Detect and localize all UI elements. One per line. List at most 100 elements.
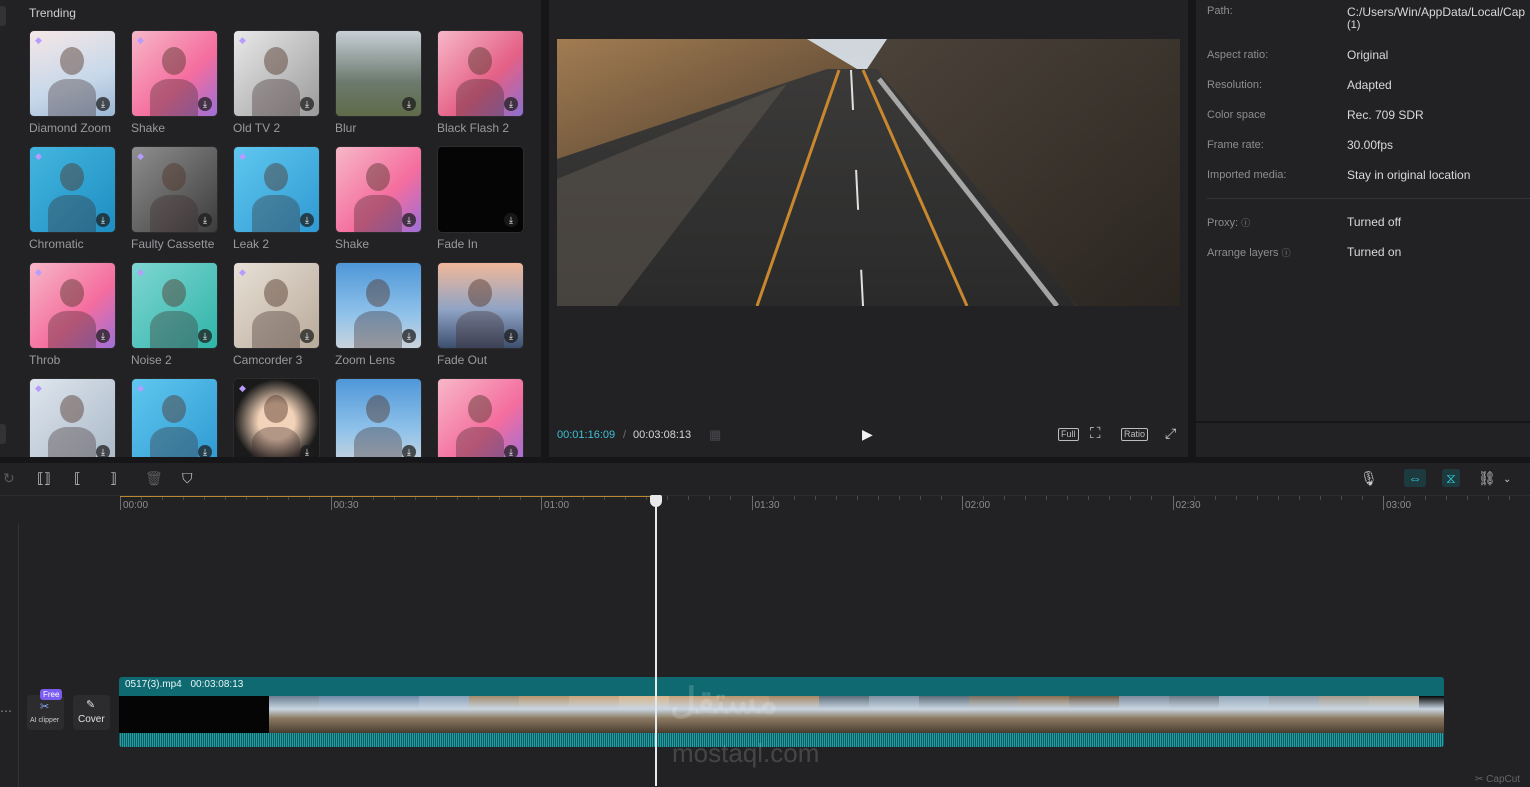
effect-card[interactable]: ⤓ Fade In bbox=[437, 146, 524, 251]
effect-thumbnail[interactable]: ⤓ bbox=[437, 146, 524, 233]
video-preview[interactable] bbox=[557, 39, 1180, 306]
total-time: 00:03:08:13 bbox=[633, 429, 692, 441]
download-icon[interactable]: ⤓ bbox=[96, 329, 110, 343]
effect-card[interactable]: ◆ ⤓ Chromatic bbox=[29, 146, 116, 251]
info-icon[interactable]: ⓘ bbox=[1241, 218, 1250, 228]
download-icon[interactable]: ⤓ bbox=[300, 97, 314, 111]
full-quality-button[interactable]: Full bbox=[1058, 428, 1079, 441]
effect-card[interactable]: ◆ ⤓ Leak 2 bbox=[233, 146, 320, 251]
download-icon[interactable]: ⤓ bbox=[402, 97, 416, 111]
effect-card[interactable]: ◆ ⤓ Noise 2 bbox=[131, 262, 218, 367]
download-icon[interactable]: ⤓ bbox=[300, 445, 314, 457]
ruler-label: 02:00 bbox=[965, 500, 991, 511]
download-icon[interactable]: ⤓ bbox=[402, 329, 416, 343]
effect-thumbnail[interactable]: ◆ ⤓ bbox=[233, 30, 320, 117]
effect-card[interactable]: ◆ ⤓ bbox=[131, 378, 218, 457]
zoom-fit-icon[interactable]: ⛶ bbox=[1090, 425, 1101, 442]
clip-frame-thumbnail bbox=[119, 696, 169, 733]
delete-icon[interactable]: 🗑 bbox=[145, 471, 163, 485]
microphone-icon[interactable]: 🎙 bbox=[1360, 471, 1378, 485]
effect-card[interactable]: ⤓ Shake bbox=[335, 146, 422, 251]
clip-frame-thumbnail bbox=[1419, 696, 1444, 733]
redo-icon[interactable]: ↻ bbox=[3, 471, 15, 485]
download-icon[interactable]: ⤓ bbox=[300, 213, 314, 227]
effect-thumbnail[interactable]: ⤓ bbox=[437, 30, 524, 117]
effect-card[interactable]: ⤓ Zoom Lens bbox=[335, 262, 422, 367]
auto-snap-icon[interactable]: ⧖ bbox=[1442, 469, 1460, 487]
effect-thumbnail[interactable]: ⤓ bbox=[437, 378, 524, 457]
effect-thumbnail[interactable]: ◆ ⤓ bbox=[29, 262, 116, 349]
more-icon[interactable]: ⋯ bbox=[0, 704, 12, 718]
time-separator: / bbox=[623, 429, 627, 441]
download-icon[interactable]: ⤓ bbox=[198, 445, 212, 457]
ruler-minor-tick bbox=[667, 496, 668, 500]
download-icon[interactable]: ⤓ bbox=[96, 97, 110, 111]
effect-thumbnail[interactable]: ◆ ⤓ bbox=[29, 378, 116, 457]
split-right-icon[interactable]: ⟧ bbox=[110, 471, 117, 485]
effect-card[interactable]: ◆ ⤓ Throb bbox=[29, 262, 116, 367]
effect-card[interactable]: ◆ ⤓ Diamond Zoom bbox=[29, 30, 116, 135]
effect-card[interactable]: ◆ ⤓ bbox=[233, 378, 320, 457]
effect-card[interactable]: ◆ ⤓ Shake bbox=[131, 30, 218, 135]
marker-icon[interactable]: ⛉ bbox=[182, 471, 193, 485]
chevron-down-icon[interactable]: ⌄ bbox=[1503, 473, 1511, 487]
download-icon[interactable]: ⤓ bbox=[198, 329, 212, 343]
effect-thumbnail[interactable]: ◆ ⤓ bbox=[29, 30, 116, 117]
effect-card[interactable]: ⤓ bbox=[335, 378, 422, 457]
link-icon[interactable]: ⛓ bbox=[1478, 471, 1496, 485]
effect-thumbnail[interactable]: ⤓ bbox=[335, 262, 422, 349]
proxy-value[interactable]: Turned off bbox=[1347, 215, 1401, 229]
effect-thumbnail[interactable]: ◆ ⤓ bbox=[233, 262, 320, 349]
main-track-magnet-icon[interactable]: ⇔ bbox=[1404, 469, 1426, 487]
effect-card[interactable]: ⤓ Fade Out bbox=[437, 262, 524, 367]
effect-thumbnail[interactable]: ⤓ bbox=[335, 146, 422, 233]
download-icon[interactable]: ⤓ bbox=[402, 445, 416, 457]
download-icon[interactable]: ⤓ bbox=[96, 213, 110, 227]
fullscreen-icon[interactable]: ⤢ bbox=[1165, 425, 1176, 442]
collapse-handle[interactable] bbox=[0, 6, 6, 26]
ruler-minor-tick bbox=[1193, 496, 1195, 500]
download-icon[interactable]: ⤓ bbox=[504, 329, 518, 343]
download-icon[interactable]: ⤓ bbox=[96, 445, 110, 457]
effect-thumbnail[interactable]: ◆ ⤓ bbox=[29, 146, 116, 233]
download-icon[interactable]: ⤓ bbox=[402, 213, 416, 227]
effect-thumbnail[interactable]: ⤓ bbox=[335, 30, 422, 117]
download-icon[interactable]: ⤓ bbox=[198, 213, 212, 227]
effect-thumbnail[interactable]: ◆ ⤓ bbox=[131, 378, 218, 457]
effect-thumbnail[interactable]: ◆ ⤓ bbox=[233, 378, 320, 457]
effect-card[interactable]: ◆ ⤓ Faulty Cassette bbox=[131, 146, 218, 251]
effect-thumbnail[interactable]: ⤓ bbox=[437, 262, 524, 349]
ruler-minor-tick bbox=[688, 496, 689, 500]
effect-card[interactable]: ⤓ Black Flash 2 bbox=[437, 30, 524, 135]
time-ruler[interactable]: 00:00 00:30 01:00 01:30 02:00 02:30 03:00 bbox=[0, 496, 1530, 514]
effect-thumbnail[interactable]: ◆ ⤓ bbox=[233, 146, 320, 233]
ratio-button[interactable]: Ratio bbox=[1121, 428, 1149, 441]
info-icon[interactable]: ⓘ bbox=[1282, 248, 1291, 258]
effect-card[interactable]: ⤓ Blur bbox=[335, 30, 422, 135]
video-clip[interactable]: 0517(3).mp4 00:03:08:13 bbox=[119, 677, 1444, 747]
effect-card[interactable]: ⤓ bbox=[437, 378, 524, 457]
split-icon[interactable]: ⟦⟧ bbox=[37, 471, 51, 485]
brand-logo: ✂ CapCut bbox=[1475, 774, 1521, 785]
download-icon[interactable]: ⤓ bbox=[198, 97, 212, 111]
scissors-icon: ✂ bbox=[40, 701, 50, 713]
download-icon[interactable]: ⤓ bbox=[504, 213, 518, 227]
effect-card[interactable]: ◆ ⤓ Camcorder 3 bbox=[233, 262, 320, 367]
effect-card[interactable]: ◆ ⤓ bbox=[29, 378, 116, 457]
effect-thumbnail[interactable]: ◆ ⤓ bbox=[131, 146, 218, 233]
cover-button[interactable]: ✎ Cover bbox=[73, 695, 110, 730]
effect-thumbnail[interactable]: ◆ ⤓ bbox=[131, 30, 218, 117]
download-icon[interactable]: ⤓ bbox=[504, 97, 518, 111]
effect-card[interactable]: ◆ ⤓ Old TV 2 bbox=[233, 30, 320, 135]
download-icon[interactable]: ⤓ bbox=[300, 329, 314, 343]
download-icon[interactable]: ⤓ bbox=[504, 445, 518, 457]
collapse-handle-bottom[interactable] bbox=[0, 424, 6, 444]
arrange-layers-value[interactable]: Turned on bbox=[1347, 245, 1401, 259]
effect-thumbnail[interactable]: ⤓ bbox=[335, 378, 422, 457]
playhead[interactable] bbox=[655, 500, 657, 786]
ai-clipper-button[interactable]: ✂ AI clipper bbox=[27, 695, 64, 730]
split-left-icon[interactable]: ⟦ bbox=[74, 471, 81, 485]
play-icon[interactable]: ▶ bbox=[862, 426, 873, 443]
timeline-grid-icon[interactable]: ▦ bbox=[709, 427, 721, 443]
effect-thumbnail[interactable]: ◆ ⤓ bbox=[131, 262, 218, 349]
